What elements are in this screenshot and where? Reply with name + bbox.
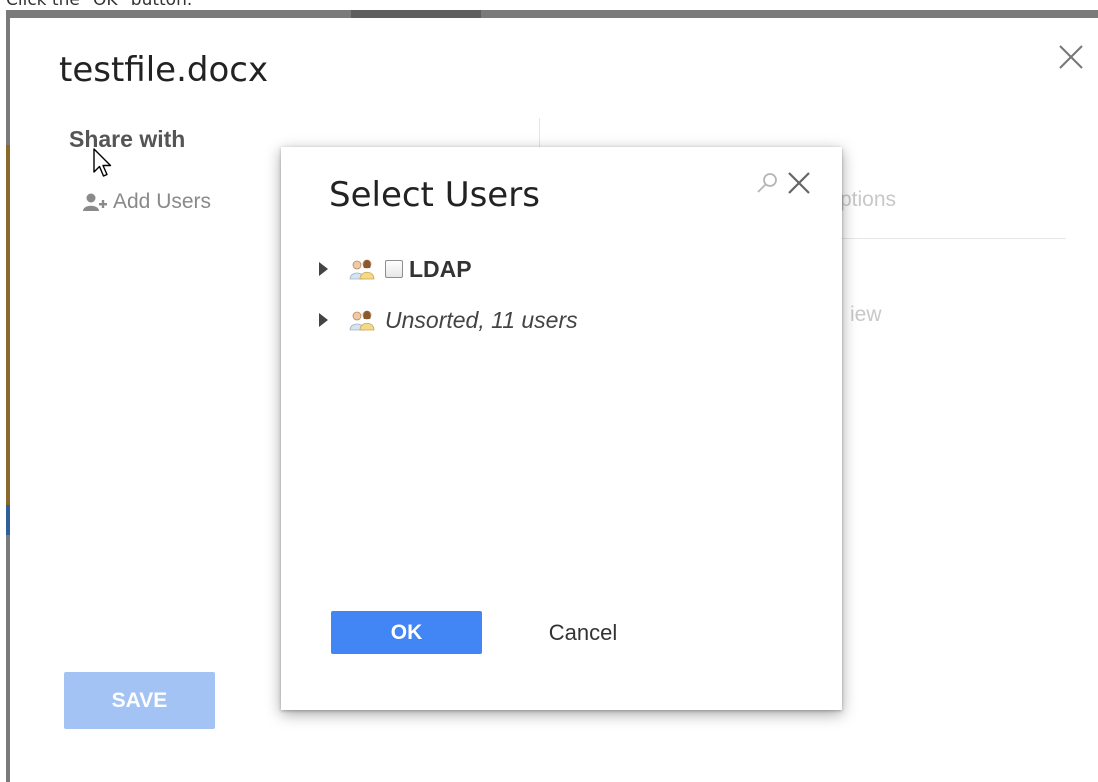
add-user-icon <box>83 193 107 211</box>
user-group-icon <box>349 310 375 331</box>
cancel-button[interactable]: Cancel <box>527 611 639 654</box>
caret-right-icon[interactable] <box>317 261 329 277</box>
task-instruction: Click the "OK" button. <box>6 0 193 10</box>
dialog-title: testfile.docx <box>59 50 269 90</box>
user-group-icon <box>349 259 375 280</box>
caret-right-icon[interactable] <box>317 312 329 328</box>
share-with-heading: Share with <box>69 126 186 152</box>
ldap-checkbox[interactable] <box>385 260 403 278</box>
modal-title: Select Users <box>329 175 540 215</box>
add-users-label: Add Users <box>113 190 212 213</box>
save-button[interactable]: SAVE <box>64 672 215 729</box>
tree-item-ldap: LDAP <box>317 254 472 284</box>
options-tab[interactable]: ptions <box>840 188 896 212</box>
tree-item-unsorted: Unsorted, 11 users <box>317 305 578 335</box>
tree-item-label[interactable]: Unsorted, 11 users <box>385 307 578 334</box>
tab-underline <box>830 238 1066 239</box>
add-users-button[interactable]: Add Users <box>83 190 211 214</box>
search-icon[interactable] <box>755 171 779 195</box>
close-icon[interactable] <box>1056 42 1086 72</box>
ok-button[interactable]: OK <box>331 611 482 654</box>
tree-item-label[interactable]: LDAP <box>409 256 472 283</box>
select-users-modal: Select Users LDAP Unsorted, 11 users OK … <box>281 147 842 710</box>
close-icon[interactable] <box>785 169 813 197</box>
view-option[interactable]: iew <box>850 303 882 327</box>
